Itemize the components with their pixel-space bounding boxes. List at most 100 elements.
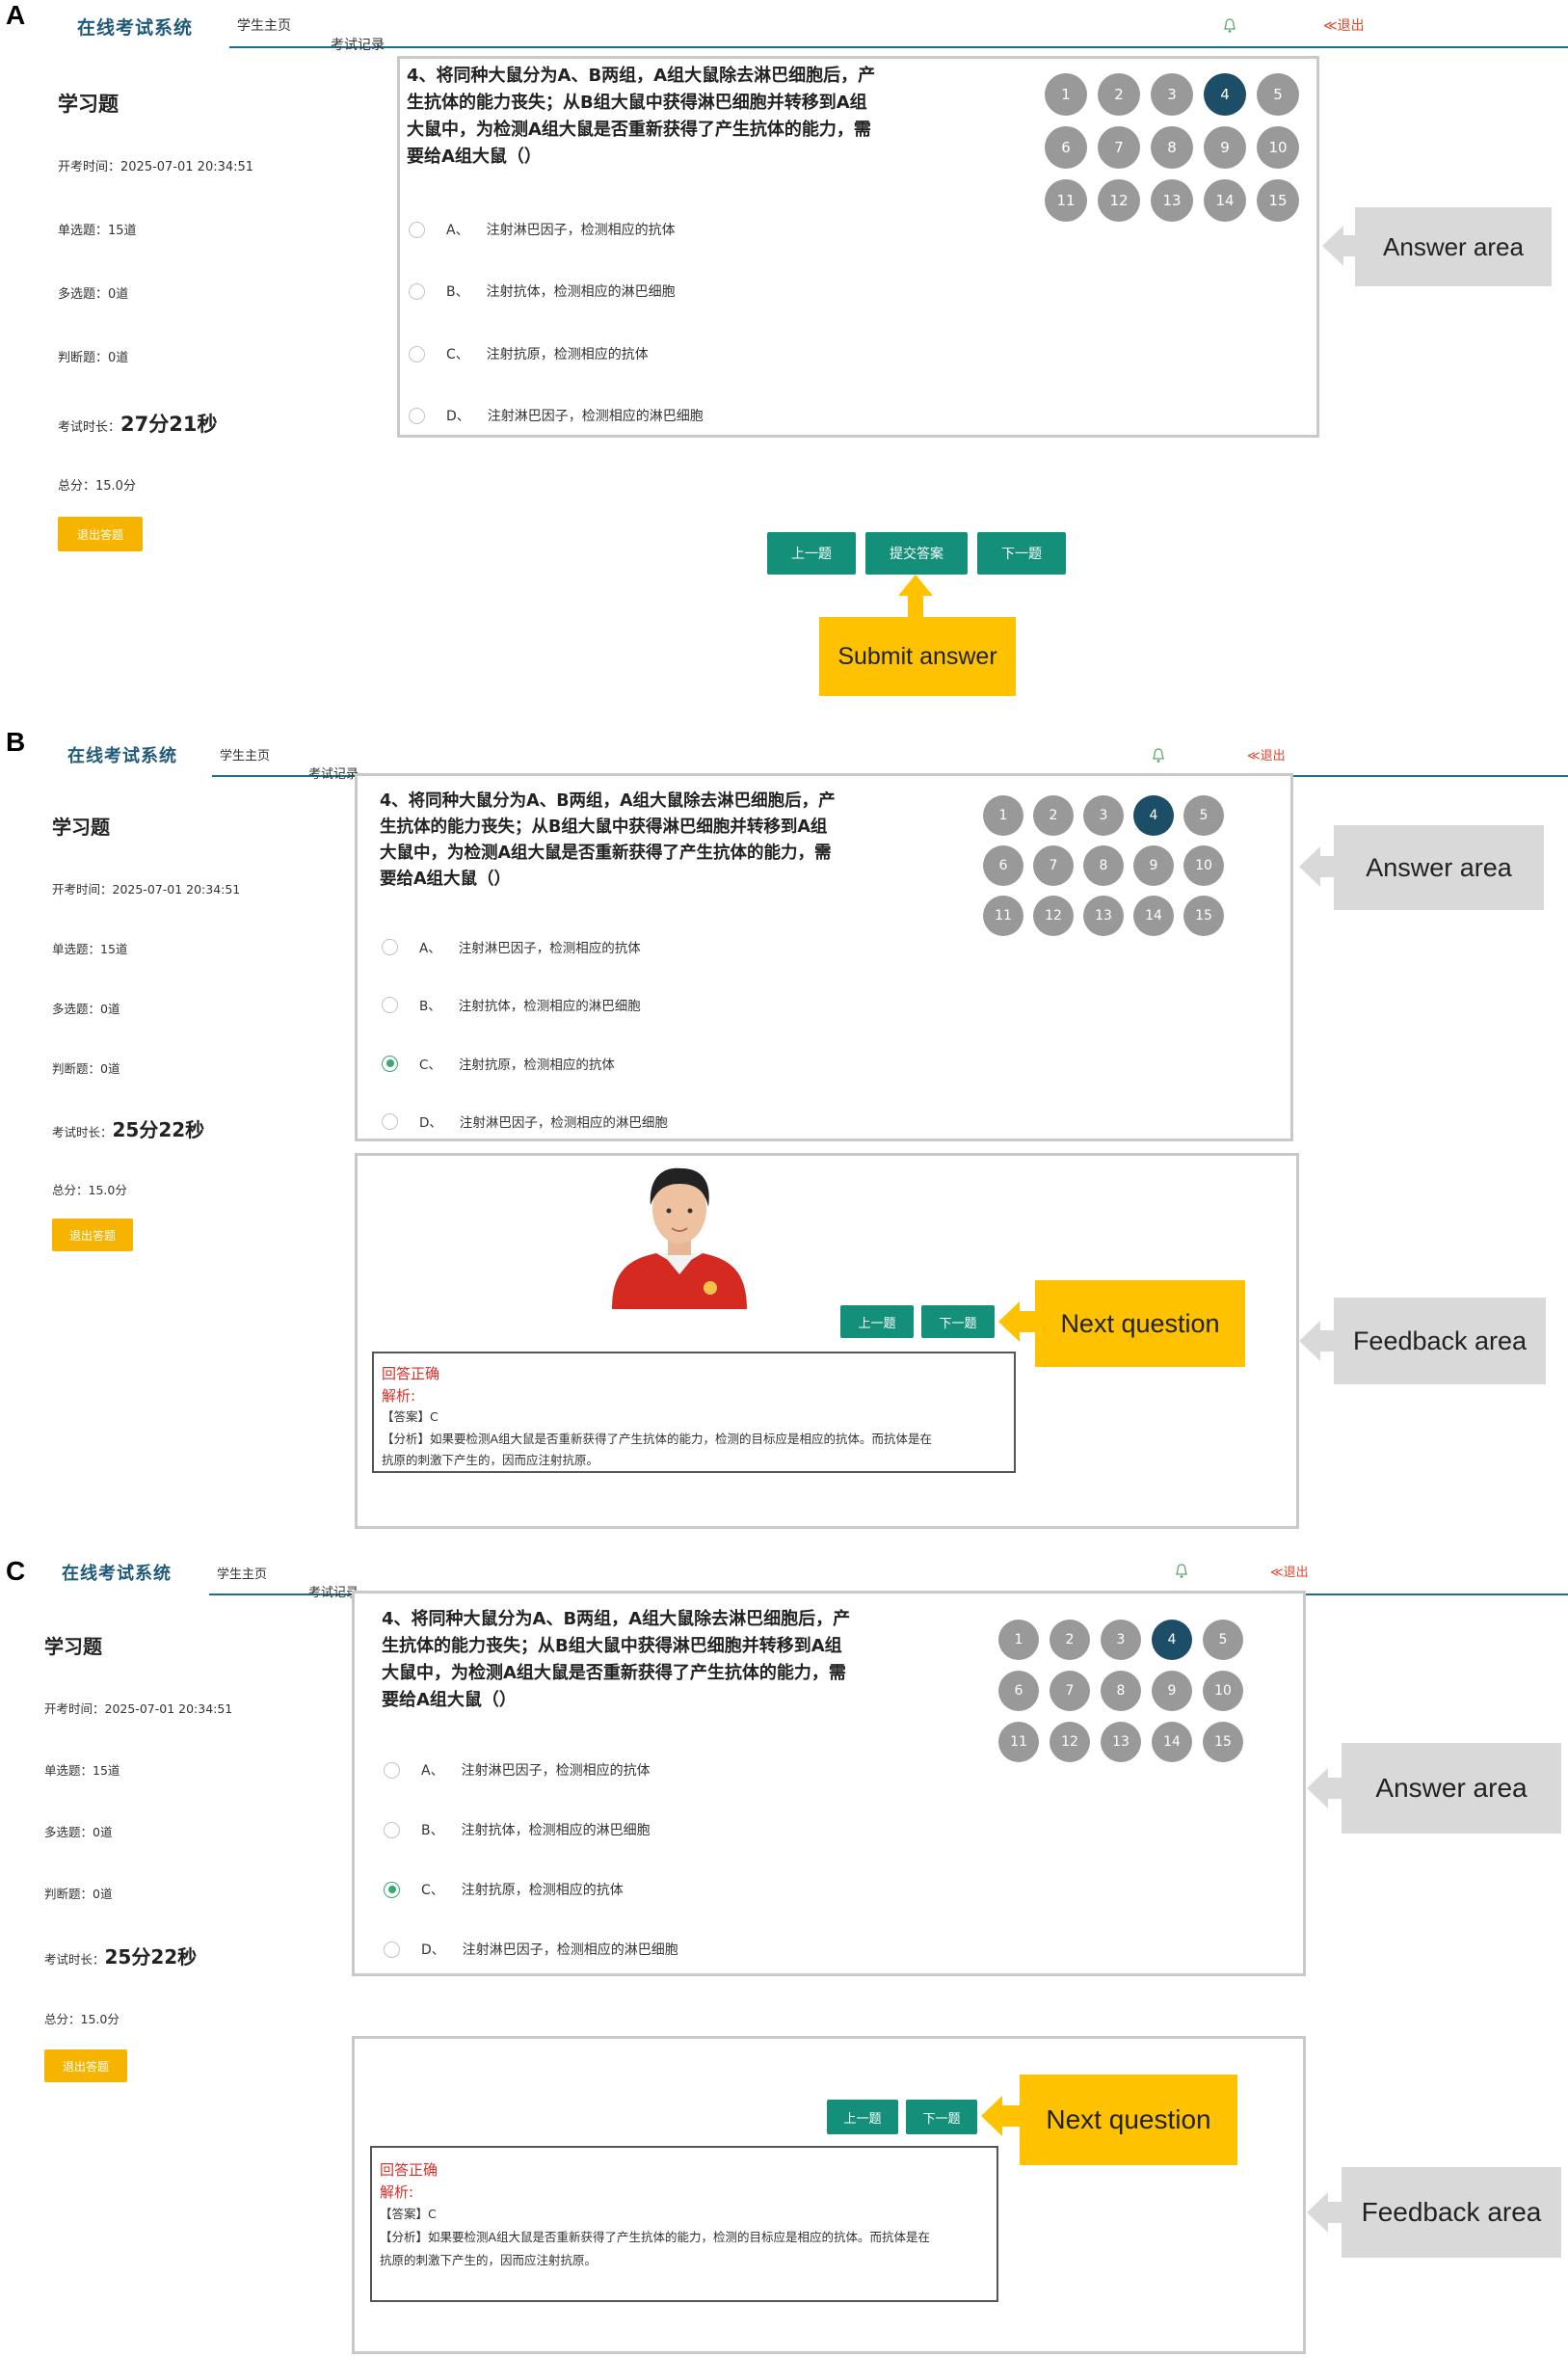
question-number-7[interactable]: 7 [1033, 845, 1074, 886]
question-number-12[interactable]: 12 [1050, 1722, 1090, 1762]
logout-link[interactable]: ≪退出 [1270, 1562, 1309, 1580]
quit-exam-button[interactable]: 退出答题 [52, 1219, 133, 1251]
radio-button[interactable] [409, 282, 425, 300]
prev-question-button[interactable]: 上一题 [767, 532, 856, 575]
radio-button[interactable] [382, 1112, 398, 1130]
logout-link[interactable]: ≪退出 [1247, 745, 1286, 763]
question-number-12[interactable]: 12 [1033, 896, 1074, 936]
question-number-10[interactable]: 10 [1183, 845, 1224, 886]
option-letter: C、 [421, 1883, 444, 1898]
radio-button[interactable] [382, 1055, 398, 1072]
quit-exam-button[interactable]: 退出答题 [58, 517, 143, 551]
question-number-14[interactable]: 14 [1133, 896, 1174, 936]
answer-text: 【答案】C [380, 2207, 437, 2221]
option-a[interactable]: A、 注射淋巴因子，检测相应的抗体 [382, 937, 641, 956]
option-c[interactable]: C、 注射抗原，检测相应的抗体 [409, 344, 649, 363]
tab-student-home[interactable]: 学生主页 [229, 15, 1568, 48]
next-question-button[interactable]: 下一题 [977, 532, 1066, 575]
question-number-3[interactable]: 3 [1083, 795, 1124, 836]
question-number-3[interactable]: 3 [1151, 73, 1193, 116]
tab-exam-records[interactable]: 考试记录 [331, 35, 1568, 54]
question-number-5[interactable]: 5 [1203, 1620, 1243, 1660]
submit-answer-button[interactable]: 提交答案 [865, 532, 968, 575]
radio-button[interactable] [384, 1881, 400, 1898]
bell-icon[interactable] [1176, 1564, 1187, 1579]
prev-question-button[interactable]: 上一题 [827, 2100, 898, 2134]
tab-student-home[interactable]: 学生主页 [209, 1564, 1568, 1595]
option-b[interactable]: B、 注射抗体，检测相应的淋巴细胞 [384, 1820, 651, 1839]
prev-question-button[interactable]: 上一题 [840, 1305, 914, 1338]
option-d[interactable]: D、 注射淋巴因子，检测相应的淋巴细胞 [382, 1112, 668, 1131]
question-number-13[interactable]: 13 [1101, 1722, 1141, 1762]
arrow-left-icon [1299, 846, 1334, 887]
question-number-5[interactable]: 5 [1183, 795, 1224, 836]
radio-button[interactable] [382, 996, 398, 1013]
radio-button[interactable] [409, 407, 425, 424]
question-number-7[interactable]: 7 [1050, 1671, 1090, 1711]
question-number-8[interactable]: 8 [1083, 845, 1124, 886]
question-number-8[interactable]: 8 [1151, 126, 1193, 169]
question-number-9[interactable]: 9 [1133, 845, 1174, 886]
question-number-8[interactable]: 8 [1101, 1671, 1141, 1711]
next-question-button[interactable]: 下一题 [921, 1305, 995, 1338]
question-number-9[interactable]: 9 [1204, 126, 1246, 169]
question-number-9[interactable]: 9 [1152, 1671, 1192, 1711]
question-number-13[interactable]: 13 [1083, 896, 1124, 936]
duration-value: 25分22秒 [112, 1118, 205, 1141]
option-c[interactable]: C、 注射抗原，检测相应的抗体 [384, 1880, 624, 1899]
question-number-15[interactable]: 15 [1203, 1722, 1243, 1762]
option-b[interactable]: B、 注射抗体，检测相应的淋巴细胞 [382, 995, 641, 1014]
question-number-7[interactable]: 7 [1098, 126, 1140, 169]
question-number-1[interactable]: 1 [998, 1620, 1039, 1660]
question-number-5[interactable]: 5 [1257, 73, 1299, 116]
question-number-2[interactable]: 2 [1033, 795, 1074, 836]
bell-icon[interactable] [1224, 18, 1236, 34]
radio-button[interactable] [382, 938, 398, 955]
tab-student-home[interactable]: 学生主页 [212, 745, 1568, 777]
question-number-11[interactable]: 11 [998, 1722, 1039, 1762]
question-number-4[interactable]: 4 [1152, 1620, 1192, 1660]
option-d[interactable]: D、 注射淋巴因子，检测相应的淋巴细胞 [384, 1940, 678, 1959]
question-number-14[interactable]: 14 [1204, 179, 1246, 222]
question-number-13[interactable]: 13 [1151, 179, 1193, 222]
question-text: 4、将同种大鼠分为A、B两组，A组大鼠除去淋巴细胞后，产 生抗体的能力丧失；从B… [382, 1606, 850, 1714]
question-number-12[interactable]: 12 [1098, 179, 1140, 222]
question-number-11[interactable]: 11 [1045, 179, 1087, 222]
radio-button[interactable] [384, 1821, 400, 1838]
question-number-11[interactable]: 11 [983, 896, 1023, 936]
question-line: 4、将同种大鼠分为A、B两组，A组大鼠除去淋巴细胞后，产 [407, 66, 876, 86]
option-d[interactable]: D、 注射淋巴因子，检测相应的淋巴细胞 [409, 406, 704, 425]
question-number-6[interactable]: 6 [998, 1671, 1039, 1711]
bell-icon[interactable] [1153, 748, 1164, 763]
radio-button[interactable] [384, 1761, 400, 1779]
option-a[interactable]: A、 注射淋巴因子，检测相应的抗体 [384, 1760, 651, 1780]
question-number-15[interactable]: 15 [1183, 896, 1224, 936]
option-letter: A、 [421, 1763, 444, 1779]
question-number-10[interactable]: 10 [1203, 1671, 1243, 1711]
option-c[interactable]: C、 注射抗原，检测相应的抗体 [382, 1054, 615, 1073]
logout-link[interactable]: ≪退出 [1323, 15, 1365, 35]
question-number-6[interactable]: 6 [983, 845, 1023, 886]
question-number-1[interactable]: 1 [1045, 73, 1087, 116]
radio-button[interactable] [409, 221, 425, 238]
question-number-10[interactable]: 10 [1257, 126, 1299, 169]
question-number-2[interactable]: 2 [1050, 1620, 1090, 1660]
question-number-1[interactable]: 1 [983, 795, 1023, 836]
question-number-4[interactable]: 4 [1204, 73, 1246, 116]
question-number-4[interactable]: 4 [1133, 795, 1174, 836]
option-text: 注射抗原，检测相应的抗体 [461, 1883, 624, 1898]
option-letter: D、 [446, 409, 470, 424]
question-number-3[interactable]: 3 [1101, 1620, 1141, 1660]
radio-button[interactable] [384, 1941, 400, 1958]
option-a[interactable]: A、 注射淋巴因子，检测相应的抗体 [409, 220, 676, 239]
question-line: 大鼠中，为检测A组大鼠是否重新获得了产生抗体的能力，需 [407, 119, 871, 140]
radio-button[interactable] [409, 345, 425, 362]
question-number-6[interactable]: 6 [1045, 126, 1087, 169]
option-b[interactable]: B、 注射抗体，检测相应的淋巴细胞 [409, 281, 676, 301]
next-question-button[interactable]: 下一题 [906, 2100, 977, 2134]
question-number-2[interactable]: 2 [1098, 73, 1140, 116]
quit-exam-button[interactable]: 退出答题 [44, 2049, 127, 2082]
judge-count: 判断题：0道 [44, 1887, 113, 1901]
question-number-15[interactable]: 15 [1257, 179, 1299, 222]
question-number-14[interactable]: 14 [1152, 1722, 1192, 1762]
